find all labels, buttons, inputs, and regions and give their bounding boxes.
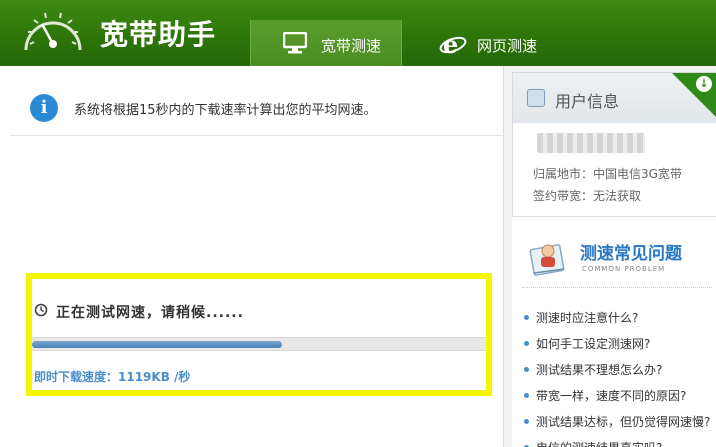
monitor-icon [283,32,307,54]
user-info-card: 用户信息 ↓ 归属地市：中国电信3G宽带 签约带宽：无法获取 [512,72,716,217]
app-header: 宽带助手 宽带测速 e 网页测速 [0,0,716,66]
notice-text: 系统将根据15秒内的下载速率计算出您的平均网速。 [74,103,377,118]
download-arrow-icon[interactable]: ↓ [696,76,712,92]
faq-illustration-icon [529,244,565,276]
info-notice: i 系统将根据15秒内的下载速率计算出您的平均网速。 [10,72,503,136]
faq-subtitle: COMMON PROBLEM [582,265,666,273]
app-title: 宽带助手 [100,18,217,51]
tab-webpage-speed-test[interactable]: e 网页测速 [425,20,585,66]
faq-link[interactable]: 电信的测速结果真实吗? [522,439,710,447]
faq-list: 测速时应注意什么? 如何手工设定测速网? 测试结果不理想怎么办? 带宽一样，速度… [522,309,710,447]
testing-status-text: 正在测试网速，请稍候...... [56,305,244,321]
region-info: 归属地市：中国电信3G宽带 [533,167,682,181]
speed-test-box: 正在测试网速，请稍候...... 即时下载速度：1119KB /秒 [26,273,492,396]
faq-link[interactable]: 测速时应注意什么? [522,309,710,335]
faq-link[interactable]: 测试结果达标，但仍觉得网速慢? [522,413,710,439]
faq-panel: 测速常见问题 COMMON PROBLEM 测速时应注意什么? 如何手工设定测速… [512,216,716,447]
right-sidebar: 用户信息 ↓ 归属地市：中国电信3G宽带 签约带宽：无法获取 测速常见问题 CO… [503,66,716,447]
main-panel: i 系统将根据15秒内的下载速率计算出您的平均网速。 正在测试网速，请稍候...… [0,66,503,447]
bandwidth-info: 签约带宽：无法获取 [533,189,642,203]
clock-icon [34,303,48,317]
progress-fill [32,341,282,348]
progress-bar [32,337,486,351]
faq-link[interactable]: 带宽一样，速度不同的原因? [522,387,710,413]
tab-broadband-speed-test[interactable]: 宽带测速 [250,20,402,66]
instant-download-speed: 即时下载速度：1119KB /秒 [34,370,191,384]
ie-browser-icon: e [439,32,467,56]
speedometer-icon [24,12,82,51]
info-icon: i [30,94,58,122]
blurred-account-name [537,133,645,153]
user-icon [527,89,545,107]
faq-link[interactable]: 测试结果不理想怎么办? [522,361,710,387]
divider [522,287,712,288]
user-info-title: 用户信息 [555,92,620,111]
faq-link[interactable]: 如何手工设定测速网? [522,335,710,361]
tab-label: 宽带测速 [321,37,382,55]
tab-label: 网页测速 [477,37,538,55]
faq-title: 测速常见问题 [580,244,682,264]
